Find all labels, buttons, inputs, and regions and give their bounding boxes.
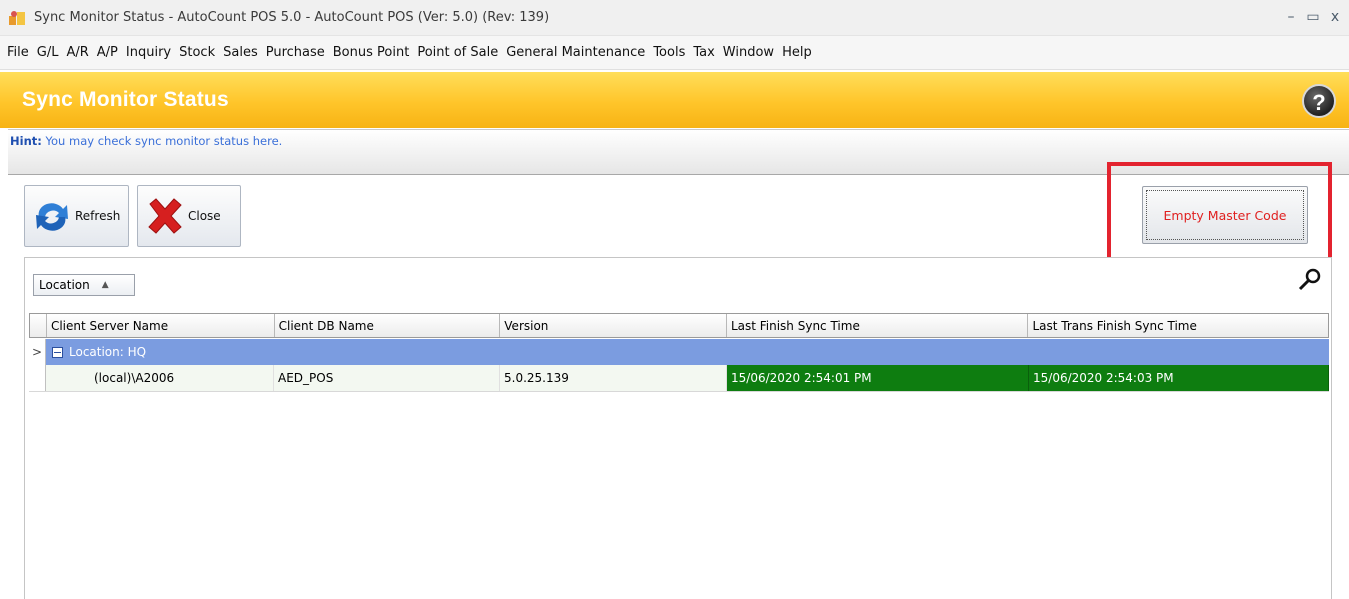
menu-ar[interactable]: A/R [63,45,91,60]
cell-client-db-name[interactable]: AED_POS [274,365,500,391]
magnifier-icon[interactable] [1295,266,1323,294]
close-window-button[interactable]: x [1324,7,1346,27]
column-version[interactable]: Version [500,314,727,337]
menu-tax[interactable]: Tax [690,45,717,60]
group-by-location-chip[interactable]: Location ▲ [33,274,135,296]
refresh-arrows-icon [36,203,68,231]
window-title: Sync Monitor Status - AutoCount POS 5.0 … [34,10,550,25]
title-bar: Sync Monitor Status - AutoCount POS 5.0 … [0,0,1349,36]
grid-header: Client Server Name Client DB Name Versio… [29,313,1329,338]
column-client-server-name[interactable]: Client Server Name [47,314,275,337]
autocount-app-icon [9,11,25,25]
collapse-icon[interactable] [52,346,63,358]
minimize-button[interactable]: – [1280,7,1302,27]
column-last-trans-finish-sync-time[interactable]: Last Trans Finish Sync Time [1028,314,1328,337]
menu-inquiry[interactable]: Inquiry [123,45,174,60]
menu-purchase[interactable]: Purchase [263,45,328,60]
form-header: Sync Monitor Status ? [0,72,1349,128]
menu-point-of-sale[interactable]: Point of Sale [414,45,501,60]
red-x-icon [148,198,182,234]
cell-last-trans-finish-sync-time[interactable]: 15/06/2020 2:54:03 PM [1029,365,1329,391]
hint-message: You may check sync monitor status here. [41,134,283,148]
cell-version[interactable]: 5.0.25.139 [500,365,727,391]
menu-ap[interactable]: A/P [94,45,121,60]
menu-help[interactable]: Help [779,45,815,60]
group-by-label: Location [39,278,90,292]
menu-gl[interactable]: G/L [34,45,62,60]
close-label: Close [188,209,221,223]
menu-bar: File G/L A/R A/P Inquiry Stock Sales Pur… [0,36,1349,70]
row-indicator-header [30,314,47,337]
table-row[interactable]: (local)\A2006 AED_POS 5.0.25.139 15/06/2… [29,365,1329,392]
column-last-finish-sync-time[interactable]: Last Finish Sync Time [727,314,1029,337]
group-label: Location: HQ [69,345,147,359]
grid-panel: Location ▲ Client Server Name Client DB … [24,257,1332,599]
sort-ascending-icon: ▲ [101,280,109,290]
group-row-location-hq[interactable]: > Location: HQ [29,339,1329,365]
column-client-db-name[interactable]: Client DB Name [275,314,501,337]
hint-label: Hint: [10,134,42,148]
close-button[interactable]: Close [137,185,241,247]
maximize-button[interactable]: ▭ [1302,7,1324,27]
menu-window[interactable]: Window [720,45,777,60]
cell-client-server-name[interactable]: (local)\A2006 [46,365,274,391]
refresh-label: Refresh [75,209,121,223]
highlight-box [1107,162,1332,271]
menu-general-maintenance[interactable]: General Maintenance [503,45,648,60]
menu-bonus-point[interactable]: Bonus Point [330,45,413,60]
menu-sales[interactable]: Sales [220,45,261,60]
menu-tools[interactable]: Tools [650,45,688,60]
row-indicator [29,365,46,391]
refresh-button[interactable]: Refresh [24,185,129,247]
page-title: Sync Monitor Status [22,88,229,111]
help-icon[interactable]: ? [1302,84,1336,118]
menu-stock[interactable]: Stock [176,45,218,60]
cell-last-finish-sync-time[interactable]: 15/06/2020 2:54:01 PM [727,365,1029,391]
row-indicator: > [29,339,46,365]
hint-text: Hint: You may check sync monitor status … [10,134,282,148]
menu-file[interactable]: File [4,45,32,60]
